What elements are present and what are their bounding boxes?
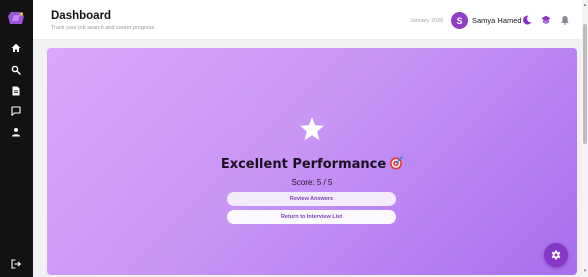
target-icon [390, 156, 403, 170]
result-card: Excellent Performance Score: 5 / 5 Revie… [47, 48, 577, 275]
return-to-interview-list-button[interactable]: Return to Interview List [227, 210, 396, 224]
scroll-down-arrow-icon[interactable]: ▾ [582, 268, 588, 274]
sidebar-item-profile[interactable] [9, 125, 23, 139]
sidebar-item-home[interactable] [9, 41, 23, 55]
user-name[interactable]: Samya Hamed [472, 16, 522, 25]
user-icon [12, 128, 20, 137]
chat-icon [11, 106, 21, 116]
notifications-button[interactable] [559, 14, 571, 26]
settings-icon [551, 250, 561, 260]
settings-fab[interactable] [544, 243, 568, 267]
home-icon [11, 43, 21, 52]
current-date: January 2026 [410, 18, 444, 24]
document-icon [12, 86, 20, 96]
star-icon [300, 117, 324, 141]
sidebar-item-messages[interactable] [9, 104, 23, 118]
performance-title: Excellent Performance [220, 157, 387, 172]
scrollbar[interactable]: ▴ ▾ [582, 0, 588, 277]
sidebar-item-documents[interactable] [9, 84, 23, 98]
score-text: Score: 5 / 5 [291, 178, 333, 187]
bell-icon [561, 16, 569, 25]
sidebar-item-search[interactable] [9, 63, 23, 77]
logout-icon [11, 259, 21, 269]
avatar[interactable]: S [451, 12, 468, 29]
scroll-up-arrow-icon[interactable]: ▴ [582, 2, 588, 8]
performance-heading: Excellent Performance [47, 156, 577, 172]
search-icon [11, 65, 21, 75]
logout-button[interactable] [9, 257, 23, 271]
moon-icon [523, 15, 532, 25]
cap-icon [541, 15, 551, 24]
review-answers-button[interactable]: Review Answers [227, 192, 396, 206]
top-header: Dashboard Track your job search and care… [33, 0, 588, 40]
logo-icon[interactable] [8, 9, 24, 24]
sidebar [0, 0, 33, 277]
page-title: Dashboard [51, 10, 112, 22]
interview-prep-button[interactable] [540, 14, 552, 26]
page-subtitle: Track your job search and career progres… [51, 25, 155, 31]
theme-toggle-button[interactable] [521, 14, 533, 26]
scroll-thumb[interactable] [583, 24, 587, 144]
